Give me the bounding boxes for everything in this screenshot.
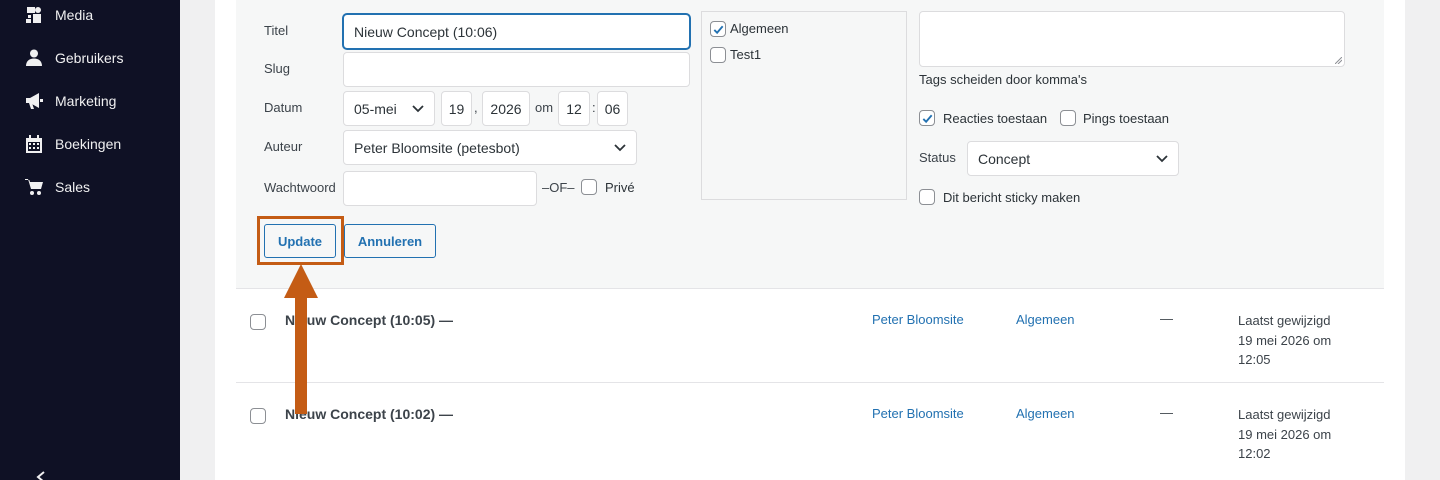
chevron-down-icon bbox=[1156, 154, 1168, 162]
category-label: Algemeen bbox=[730, 21, 789, 36]
cart-icon bbox=[24, 177, 44, 197]
megaphone-icon bbox=[24, 91, 44, 111]
time-colon: : bbox=[592, 100, 596, 115]
update-button-highlight bbox=[257, 216, 344, 265]
media-icon bbox=[24, 5, 44, 25]
status-value: Concept bbox=[978, 150, 1031, 167]
cancel-button[interactable]: Annuleren bbox=[344, 224, 436, 258]
month-select[interactable]: 05-mei bbox=[343, 91, 435, 126]
post-date: Laatst gewijzigd 19 mei 2026 om 12:02 bbox=[1238, 405, 1358, 464]
hour-input[interactable]: 12 bbox=[558, 91, 590, 126]
post-date-line: Laatst gewijzigd bbox=[1238, 313, 1331, 328]
allow-comments-label: Reacties toestaan bbox=[943, 111, 1048, 126]
tags-hint: Tags scheiden door komma's bbox=[919, 72, 1087, 87]
month-value: 05-mei bbox=[354, 100, 397, 117]
post-author-link[interactable]: Peter Bloomsite bbox=[872, 406, 964, 421]
category-checklist bbox=[701, 11, 907, 200]
collapse-menu-icon[interactable] bbox=[34, 470, 48, 480]
category-checkbox-test1[interactable] bbox=[710, 47, 726, 63]
or-label: –OF– bbox=[542, 180, 575, 195]
private-label: Privé bbox=[605, 180, 635, 195]
sidebar-item-label: Sales bbox=[55, 179, 91, 195]
post-date-line: 19 mei 2026 om bbox=[1238, 332, 1332, 348]
password-label: Wachtwoord bbox=[264, 180, 336, 195]
allow-comments-checkbox[interactable] bbox=[919, 110, 935, 126]
minute-input[interactable]: 06 bbox=[597, 91, 628, 126]
title-input[interactable]: Nieuw Concept (10:06) bbox=[343, 14, 690, 49]
post-date-line: 12:05 bbox=[1238, 352, 1271, 367]
calendar-icon bbox=[24, 134, 44, 154]
sidebar-item-gebruikers[interactable]: Gebruikers bbox=[0, 41, 180, 75]
author-value: Peter Bloomsite (petesbot) bbox=[354, 139, 520, 156]
post-category-link[interactable]: Algemeen bbox=[1016, 406, 1075, 421]
sidebar-item-marketing[interactable]: Marketing bbox=[0, 84, 180, 118]
checkmark-icon bbox=[922, 114, 932, 123]
category-checkbox-algemeen[interactable] bbox=[710, 21, 726, 37]
post-tags: — bbox=[1160, 311, 1173, 326]
slug-input[interactable] bbox=[343, 52, 690, 87]
chevron-down-icon bbox=[614, 143, 626, 151]
author-select[interactable]: Peter Bloomsite (petesbot) bbox=[343, 130, 637, 165]
sidebar-item-label: Marketing bbox=[55, 93, 117, 109]
checkmark-icon bbox=[713, 25, 723, 34]
status-label: Status bbox=[919, 150, 956, 165]
sticky-checkbox[interactable] bbox=[919, 189, 935, 205]
resize-handle-icon[interactable] bbox=[1335, 57, 1342, 64]
post-category-link[interactable]: Algemeen bbox=[1016, 312, 1075, 327]
at-label: om bbox=[535, 100, 554, 115]
date-label: Datum bbox=[264, 100, 303, 115]
category-label: Test1 bbox=[730, 47, 762, 62]
private-checkbox[interactable] bbox=[581, 179, 597, 195]
table-row: Nieuw Concept (10:02) — Peter Bloomsite … bbox=[236, 382, 1384, 476]
allow-pings-label: Pings toestaan bbox=[1083, 111, 1170, 126]
slug-label: Slug bbox=[264, 61, 291, 76]
sidebar-item-label: Media bbox=[55, 7, 94, 23]
post-date: Laatst gewijzigd 19 mei 2026 om 12:05 bbox=[1238, 311, 1358, 370]
year-input[interactable]: 2026 bbox=[482, 91, 530, 126]
table-row: Nieuw Concept (10:05) — Peter Bloomsite … bbox=[236, 288, 1384, 382]
allow-pings-checkbox[interactable] bbox=[1060, 110, 1076, 126]
sidebar-item-label: Gebruikers bbox=[55, 50, 124, 66]
author-label: Auteur bbox=[264, 139, 303, 154]
date-comma: , bbox=[474, 100, 478, 115]
chevron-down-icon bbox=[412, 104, 424, 112]
post-date-line: Laatst gewijzigd bbox=[1238, 407, 1331, 422]
post-tags: — bbox=[1160, 405, 1173, 420]
row-checkbox[interactable] bbox=[250, 314, 266, 330]
post-date-line: 19 mei 2026 om bbox=[1238, 426, 1332, 442]
sticky-label: Dit bericht sticky maken bbox=[943, 190, 1081, 205]
password-input[interactable] bbox=[343, 171, 537, 206]
tags-textarea[interactable] bbox=[919, 11, 1345, 67]
sidebar-item-boekingen[interactable]: Boekingen bbox=[0, 127, 180, 161]
user-icon bbox=[24, 48, 44, 68]
admin-sidebar: Media Gebruikers Marketing Boekingen Sal… bbox=[0, 0, 180, 480]
post-author-link[interactable]: Peter Bloomsite bbox=[872, 312, 964, 327]
day-input[interactable]: 19 bbox=[441, 91, 472, 126]
post-date-line: 12:02 bbox=[1238, 446, 1271, 461]
title-label: Titel bbox=[264, 23, 289, 38]
status-select[interactable]: Concept bbox=[967, 141, 1179, 176]
sidebar-item-label: Boekingen bbox=[55, 136, 122, 152]
arrow-up-icon bbox=[284, 264, 318, 414]
sidebar-item-sales[interactable]: Sales bbox=[0, 170, 180, 204]
row-checkbox[interactable] bbox=[250, 408, 266, 424]
sidebar-item-media[interactable]: Media bbox=[0, 0, 180, 32]
